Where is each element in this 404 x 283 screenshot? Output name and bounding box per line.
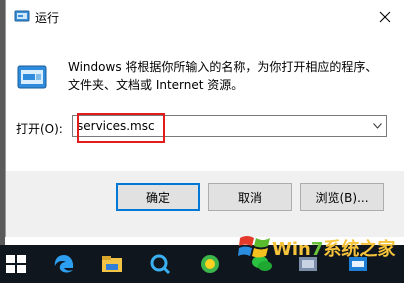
close-icon: [379, 11, 391, 23]
watermark-logo: Win7系统之家: [238, 232, 404, 262]
windows-flag-logo: [238, 236, 270, 258]
dropdown-arrow-button[interactable]: [368, 116, 386, 136]
open-combobox[interactable]: services.msc: [72, 115, 387, 137]
chevron-down-icon: [372, 123, 382, 129]
dialog-content: Windows 将根据你所输入的名称，为你打开相应的程序、文件夹、文档或 Int…: [6, 33, 404, 171]
title-bar: 运行: [6, 0, 404, 33]
open-input-value[interactable]: services.msc: [77, 119, 155, 133]
watermark-text: Win7系统之家: [272, 239, 396, 260]
window-title: 运行: [35, 11, 60, 25]
windows-start-icon[interactable]: [4, 253, 28, 275]
run-app-icon: [14, 10, 30, 22]
browse-button[interactable]: 浏览(B)...: [300, 183, 384, 211]
run-icon: [17, 65, 47, 89]
description-text: Windows 将根据你所输入的名称，为你打开相应的程序、文件夹、文档或 Int…: [68, 60, 378, 92]
ok-button[interactable]: 确定: [116, 183, 200, 211]
360-browser-icon[interactable]: [198, 253, 222, 275]
search-icon[interactable]: [148, 253, 172, 275]
close-button[interactable]: [370, 3, 400, 31]
edge-icon[interactable]: [52, 253, 76, 275]
cancel-button[interactable]: 取消: [208, 183, 292, 211]
file-explorer-icon[interactable]: [100, 253, 124, 275]
open-label: 打开(O):: [16, 122, 63, 136]
run-dialog: 运行 Windows 将根据你所输入的名称，为你打开相应的程序、文件夹、文档或 …: [5, 0, 404, 237]
